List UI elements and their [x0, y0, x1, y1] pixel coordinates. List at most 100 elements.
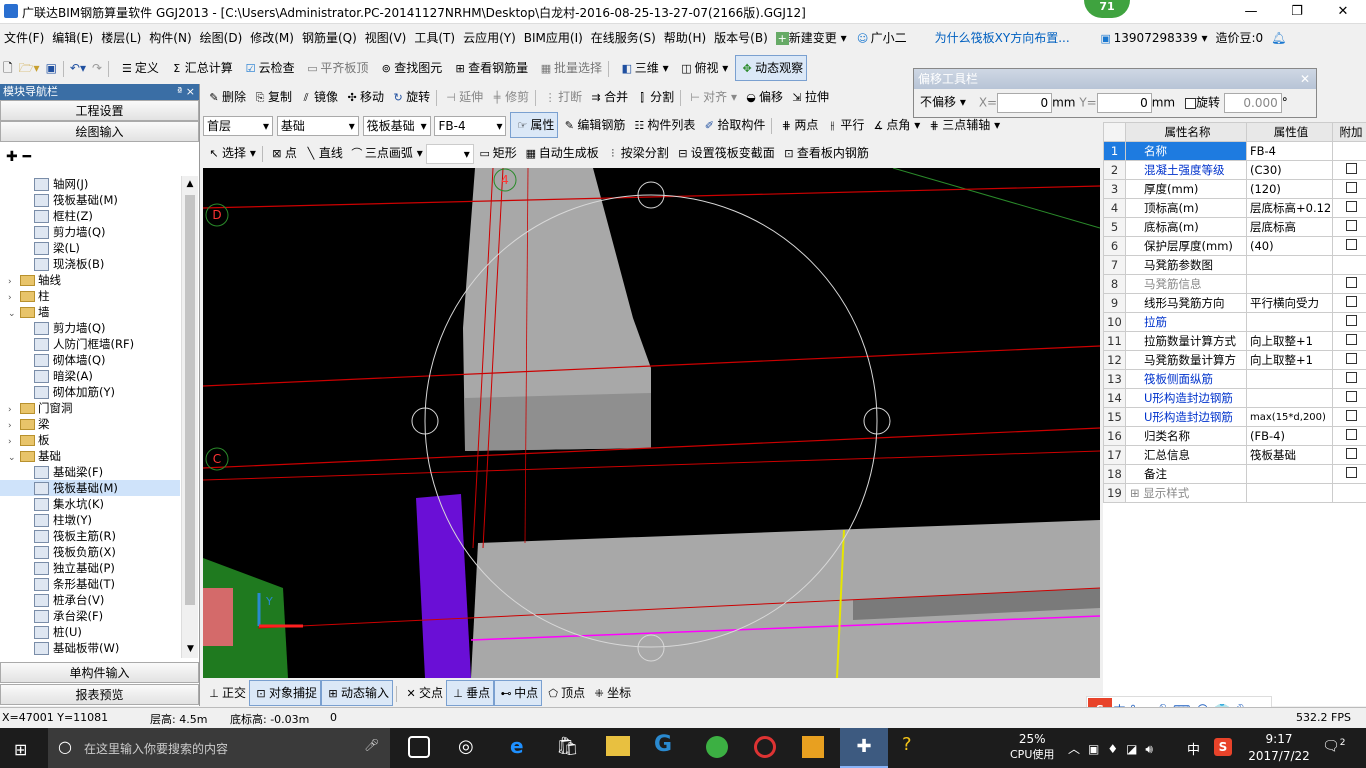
- tree-item[interactable]: 轴网(J): [0, 176, 180, 192]
- menu-floor[interactable]: 楼层(L): [97, 25, 145, 51]
- object-snap-toggle[interactable]: ⊡ 对象捕捉: [249, 680, 322, 706]
- property-row[interactable]: 6 保护层厚度(mm) (40): [1103, 236, 1366, 256]
- add-checkbox[interactable]: [1345, 220, 1357, 231]
- menu-view[interactable]: 视图(V): [361, 25, 411, 51]
- offset-x-input[interactable]: 0: [997, 93, 1053, 113]
- property-row[interactable]: 1 名称 FB-4: [1103, 141, 1366, 161]
- ortho-toggle[interactable]: ⊥ 正交: [203, 681, 249, 705]
- properties-button[interactable]: ☞ 属性: [510, 112, 559, 138]
- edge-icon[interactable]: e: [510, 734, 524, 758]
- add-checkbox[interactable]: [1345, 182, 1357, 193]
- property-row[interactable]: 14 U形构造封边钢筋: [1103, 388, 1366, 408]
- help-app-icon[interactable]: ?: [902, 734, 912, 755]
- split-by-beam-button[interactable]: ⫶ 按梁分割: [602, 141, 672, 165]
- property-row[interactable]: 13 筏板侧面纵筋: [1103, 369, 1366, 389]
- taskbar-search[interactable]: ○ 在这里输入你要搜索的内容 🎤︎: [48, 728, 390, 768]
- add-checkbox[interactable]: [1345, 410, 1357, 421]
- close-button[interactable]: ✕: [1320, 0, 1366, 24]
- property-row[interactable]: 10 拉筋: [1103, 312, 1366, 332]
- intersection-snap[interactable]: ✕ 交点: [400, 681, 446, 705]
- tree-item[interactable]: › 板: [0, 432, 180, 448]
- property-value[interactable]: [1246, 274, 1333, 294]
- two-point-axis-button[interactable]: ⋕ 两点: [775, 113, 821, 137]
- notification-icon[interactable]: 🗨︎2: [1322, 738, 1346, 755]
- view-rebar-qty-button[interactable]: ⊞ 查看钢筋量: [449, 56, 531, 80]
- mirror-button[interactable]: ⫽ 镜像: [295, 85, 341, 109]
- edit-rebar-button[interactable]: ✎ 编辑钢筋: [558, 113, 628, 137]
- user-account[interactable]: ▣ 13907298339 ▾: [1094, 25, 1212, 51]
- menu-version[interactable]: 版本号(B): [710, 25, 772, 51]
- tray-lang[interactable]: 中: [1187, 739, 1200, 758]
- tree-item[interactable]: › 门窗洞: [0, 400, 180, 416]
- property-row[interactable]: 19 ⊞ 显示样式: [1103, 483, 1366, 503]
- report-preview-tab[interactable]: 报表预览: [0, 684, 199, 705]
- property-row[interactable]: 16 归类名称 (FB-4): [1103, 426, 1366, 446]
- viewport-canvas[interactable]: 4 D C Y: [203, 168, 1100, 678]
- offset-button[interactable]: ◒ 偏移: [740, 85, 786, 109]
- tree-scrollbar[interactable]: ▲ ▼: [181, 176, 198, 658]
- redo-icon[interactable]: ↷: [89, 56, 105, 80]
- batch-select-button[interactable]: ▦ 批量选择: [535, 56, 605, 80]
- menu-help[interactable]: 帮助(H): [660, 25, 710, 51]
- menu-modify[interactable]: 修改(M): [246, 25, 298, 51]
- property-row[interactable]: 3 厚度(mm) (120): [1103, 179, 1366, 199]
- clock[interactable]: 9:17 2017/7/22: [1244, 731, 1314, 765]
- drawing-input-tab[interactable]: 绘图输入: [0, 121, 199, 142]
- tree-item[interactable]: 桩承台(V): [0, 592, 180, 608]
- new-file-icon[interactable]: 🗋: [0, 56, 16, 80]
- property-value[interactable]: [1246, 388, 1333, 408]
- menu-cloud[interactable]: 云应用(Y): [459, 25, 520, 51]
- question-link[interactable]: 为什么筏板XY方向布置...: [931, 25, 1074, 51]
- top-view-button[interactable]: ◫ 俯视 ▾: [675, 56, 731, 80]
- tree-scroll-thumb[interactable]: [185, 195, 195, 605]
- property-value[interactable]: FB-4: [1246, 141, 1333, 161]
- perpendicular-snap[interactable]: ⊥ 垂点: [446, 680, 495, 706]
- menu-rebar-qty[interactable]: 钢筋量(Q): [298, 25, 361, 51]
- tree-item[interactable]: 筏板负筋(X): [0, 544, 180, 560]
- menu-file[interactable]: 文件(F): [0, 25, 48, 51]
- parallel-axis-button[interactable]: ⫲ 平行: [821, 113, 867, 137]
- menu-edit[interactable]: 编辑(E): [48, 25, 97, 51]
- vertex-snap[interactable]: ⬠ 顶点: [542, 681, 588, 705]
- tree-item[interactable]: ⌄ 基础: [0, 448, 180, 464]
- align-slab-top-button[interactable]: ▭ 平齐板顶: [301, 56, 371, 80]
- score-badge[interactable]: 71: [1084, 0, 1130, 18]
- tree-item[interactable]: 桩(U): [0, 624, 180, 640]
- tree-item[interactable]: 现浇板(B): [0, 256, 180, 272]
- dynamic-input-toggle[interactable]: ⊞ 动态输入: [321, 680, 394, 706]
- summary-calc-button[interactable]: Σ 汇总计算: [166, 56, 236, 80]
- view-slab-rebar-button[interactable]: ⊡ 查看板内钢筋: [778, 141, 872, 165]
- line-tool-button[interactable]: ╲ 直线: [300, 141, 346, 165]
- property-row[interactable]: 11 拉筋数量计算方式 向上取整+1: [1103, 331, 1366, 351]
- tree-item[interactable]: 基础板带(W): [0, 640, 180, 656]
- add-checkbox[interactable]: [1345, 296, 1357, 307]
- coordinate-snap[interactable]: ⁜ 坐标: [588, 681, 634, 705]
- break-button[interactable]: ⋮ 打断: [539, 85, 585, 109]
- delete-button[interactable]: ✎ 删除: [203, 85, 249, 109]
- property-value[interactable]: 平行横向受力: [1246, 293, 1333, 313]
- tree-item[interactable]: 人防门框墙(RF): [0, 336, 180, 352]
- rotate-input[interactable]: 0.000: [1223, 93, 1282, 113]
- rotate-checkbox[interactable]: [1184, 97, 1196, 109]
- add-checkbox[interactable]: [1345, 315, 1357, 326]
- point-tool-button[interactable]: ⊠ 点: [266, 141, 300, 165]
- property-row[interactable]: 12 马凳筋数量计算方 向上取整+1: [1103, 350, 1366, 370]
- tree-item[interactable]: 筏板基础(M): [0, 192, 180, 208]
- expand-icon[interactable]: ⊞: [1130, 486, 1143, 500]
- property-value[interactable]: 层底标高+0.12: [1246, 198, 1333, 218]
- property-row[interactable]: 17 汇总信息 筏板基础: [1103, 445, 1366, 465]
- tree-item[interactable]: 条形基础(T): [0, 576, 180, 592]
- tree-item[interactable]: 剪力墙(Q): [0, 320, 180, 336]
- midpoint-snap[interactable]: ⊷ 中点: [494, 680, 543, 706]
- minimize-button[interactable]: —: [1228, 0, 1274, 24]
- property-value[interactable]: (40): [1246, 236, 1333, 256]
- add-checkbox[interactable]: [1345, 334, 1357, 345]
- project-settings-tab[interactable]: 工程设置: [0, 100, 199, 121]
- 3d-view-button[interactable]: ◧ 三维 ▾: [616, 56, 672, 80]
- property-value[interactable]: (120): [1246, 179, 1333, 199]
- task-view-icon[interactable]: [408, 736, 430, 758]
- property-row[interactable]: 18 备注: [1103, 464, 1366, 484]
- add-checkbox[interactable]: [1345, 467, 1357, 478]
- open-folder-icon[interactable]: 🗁▾: [16, 56, 43, 80]
- tree-item[interactable]: 砌体加筋(Y): [0, 384, 180, 400]
